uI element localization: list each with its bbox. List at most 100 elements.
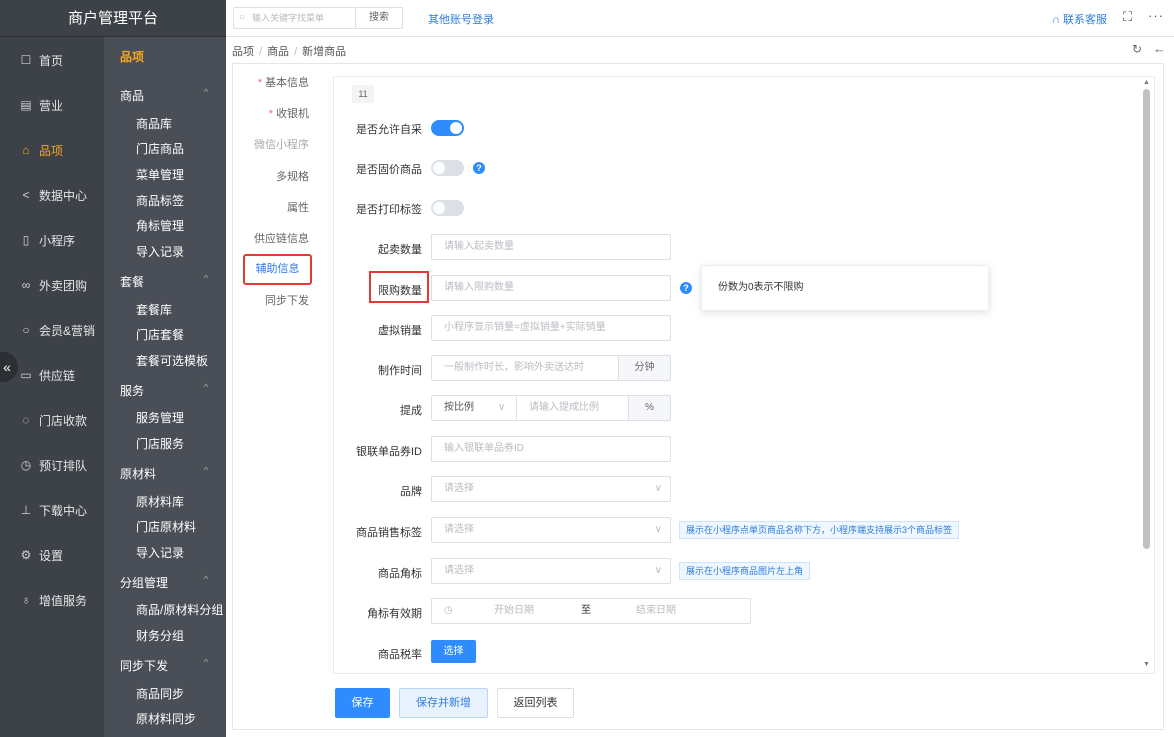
- corner-select[interactable]: 请选择 ∨: [431, 558, 671, 584]
- unionpay-input[interactable]: 输入银联单品券ID: [431, 436, 671, 462]
- nav-item-store-payment[interactable]: ◌ 门店收款: [0, 398, 104, 442]
- menu-group-sync[interactable]: 同步下发 ^: [120, 657, 220, 674]
- make-time-input[interactable]: 一般制作时长，影响外卖送达时 分钟: [431, 355, 671, 381]
- tab-multi-spec[interactable]: 多规格: [233, 168, 323, 184]
- tab-basic-info[interactable]: * 基本信息: [233, 74, 323, 90]
- breadcrumb: 品项 / 商品 / 新增商品: [232, 46, 347, 58]
- other-account-login-link[interactable]: 其他账号登录: [428, 11, 494, 27]
- min-qty-input[interactable]: 请输入起卖数量: [431, 234, 671, 260]
- menu-group-materials[interactable]: 原材料 ^: [120, 465, 220, 482]
- nav-item-download-center[interactable]: ⊥ 下载中心: [0, 488, 104, 532]
- contact-support-link[interactable]: ∩ 联系客服: [1052, 11, 1107, 27]
- fullscreen-icon[interactable]: ⛶: [1123, 9, 1132, 25]
- menu-item[interactable]: 导入记录: [136, 243, 184, 260]
- nav-item-home[interactable]: ☐ 首页: [0, 38, 104, 82]
- nav-label: 首页: [39, 53, 64, 68]
- nav-item-value-added[interactable]: ♁ 增值服务: [0, 578, 104, 622]
- tab-sync[interactable]: 同步下发: [233, 292, 323, 308]
- menu-item[interactable]: 原材料库: [136, 493, 184, 510]
- nav-item-takeaway[interactable]: ∞ 外卖团购: [0, 263, 104, 307]
- virtual-sales-input[interactable]: 小程序显示销量=虚拟销量+实际销量: [431, 315, 671, 341]
- group-icon: ∞: [21, 278, 31, 292]
- form-panel: 11 是否允许自采 是否固价商品 ? 是否打印标签 起卖数量 请输入起卖数量 限…: [333, 76, 1155, 674]
- tab-attributes[interactable]: 属性: [233, 199, 323, 215]
- menu-item[interactable]: 门店套餐: [136, 326, 184, 343]
- chevron-up-icon: ^: [203, 87, 208, 97]
- scroll-up-icon[interactable]: ▲: [1143, 79, 1150, 86]
- back-arrow-icon[interactable]: ←: [1153, 41, 1166, 56]
- menu-item[interactable]: 商品同步: [136, 685, 184, 702]
- help-icon[interactable]: ?: [680, 282, 692, 294]
- chevron-down-icon: ∨: [654, 565, 662, 576]
- menu-item[interactable]: 套餐库: [136, 301, 172, 318]
- tab-auxiliary-info[interactable]: 辅助信息: [243, 254, 312, 285]
- bag-icon: ⌂: [22, 143, 30, 157]
- menu-item[interactable]: 服务管理: [136, 409, 184, 426]
- menu-group-combos[interactable]: 套餐 ^: [120, 273, 220, 290]
- allow-purchase-switch[interactable]: [431, 120, 464, 136]
- unionpay-label: 银联单品券ID: [356, 446, 422, 458]
- secondary-menu: 品项 商品 ^ 商品库 门店商品 菜单管理 商品标签 角标管理 导入记录 套餐 ^ …: [104, 37, 226, 737]
- tax-select-button[interactable]: 选择: [431, 640, 476, 663]
- brand-label: 品牌: [400, 486, 422, 498]
- nav-item-data-center[interactable]: < 数据中心: [0, 173, 104, 217]
- start-date-input[interactable]: 开始日期: [494, 599, 534, 623]
- menu-item[interactable]: 商品库: [136, 115, 172, 132]
- menu-item[interactable]: 门店商品: [136, 140, 184, 157]
- nav-label: 门店收款: [39, 413, 88, 428]
- chevron-up-icon: ^: [203, 657, 208, 667]
- menu-item[interactable]: 门店服务: [136, 435, 184, 452]
- breadcrumb-item[interactable]: 商品: [267, 46, 289, 58]
- limit-qty-input[interactable]: 请输入限购数量: [431, 275, 671, 301]
- commission-mode-select[interactable]: 按比例: [444, 402, 474, 413]
- sales-tag-select[interactable]: 请选择 ∨: [431, 517, 671, 543]
- tab-wechat-miniprogram[interactable]: 微信小程序: [233, 136, 323, 152]
- menu-item[interactable]: 套餐可选模板: [136, 352, 208, 369]
- menu-item[interactable]: 导入记录: [136, 544, 184, 561]
- nav-item-reservation[interactable]: ◷ 预订排队: [0, 443, 104, 487]
- corner-period-label: 角标有效期: [367, 608, 422, 620]
- commission-input-group[interactable]: 按比例 ∨ 请输入提成比例 %: [431, 395, 671, 421]
- fixed-price-switch[interactable]: [431, 160, 464, 176]
- commission-ratio-input[interactable]: 请输入提成比例: [516, 396, 599, 420]
- menu-item[interactable]: 财务分组: [136, 627, 184, 644]
- tab-cashier[interactable]: * 收银机: [233, 105, 323, 121]
- more-icon[interactable]: ···: [1148, 8, 1164, 23]
- download-icon: ⊥: [20, 503, 32, 517]
- nav-item-business[interactable]: ▤ 营业: [0, 83, 104, 127]
- nav-item-members[interactable]: ○ 会员&营销: [0, 308, 104, 352]
- nav-item-miniprogram[interactable]: ▯ 小程序: [0, 218, 104, 262]
- menu-item[interactable]: 角标管理: [136, 217, 184, 234]
- print-label-switch[interactable]: [431, 200, 464, 216]
- menu-group-grouping[interactable]: 分组管理 ^: [120, 574, 220, 591]
- back-to-list-button[interactable]: 返回列表: [497, 688, 574, 718]
- search-input[interactable]: ○ 输入关键字找菜单: [233, 7, 356, 29]
- refresh-icon[interactable]: ↻: [1132, 42, 1142, 56]
- file-icon: ☐: [20, 53, 32, 67]
- menu-group-products[interactable]: 商品 ^: [120, 87, 220, 104]
- corner-label: 商品角标: [378, 568, 422, 580]
- menu-item[interactable]: 菜单管理: [136, 166, 184, 183]
- scroll-down-icon[interactable]: ▼: [1143, 661, 1150, 668]
- save-and-new-button[interactable]: 保存并新增: [399, 688, 488, 718]
- nav-label: 会员&营销: [39, 323, 96, 338]
- menu-item[interactable]: 商品/原材料分组: [136, 601, 223, 618]
- menu-group-services[interactable]: 服务 ^: [120, 382, 220, 399]
- tab-supply-chain[interactable]: 供应链信息: [233, 230, 323, 246]
- submenu-title[interactable]: 品项: [104, 37, 226, 77]
- menu-item[interactable]: 原材料同步: [136, 710, 196, 727]
- brand-select[interactable]: 请选择 ∨: [431, 476, 671, 502]
- breadcrumb-item[interactable]: 品项: [232, 46, 254, 58]
- menu-item[interactable]: 门店原材料: [136, 518, 196, 535]
- nav-label: 营业: [39, 98, 64, 113]
- search-button[interactable]: 搜索: [356, 7, 403, 29]
- end-date-input[interactable]: 结束日期: [636, 599, 676, 623]
- scroll-thumb[interactable]: [1143, 89, 1150, 549]
- menu-item[interactable]: 商品标签: [136, 192, 184, 209]
- corner-period-range[interactable]: ◷ 开始日期 至 结束日期: [431, 598, 751, 624]
- scrollbar[interactable]: ▲ ▼: [1141, 77, 1153, 673]
- nav-item-settings[interactable]: ⚙ 设置: [0, 533, 104, 577]
- help-icon[interactable]: ?: [473, 162, 485, 174]
- save-button[interactable]: 保存: [335, 688, 390, 718]
- nav-item-products[interactable]: ⌂ 品项: [0, 128, 104, 172]
